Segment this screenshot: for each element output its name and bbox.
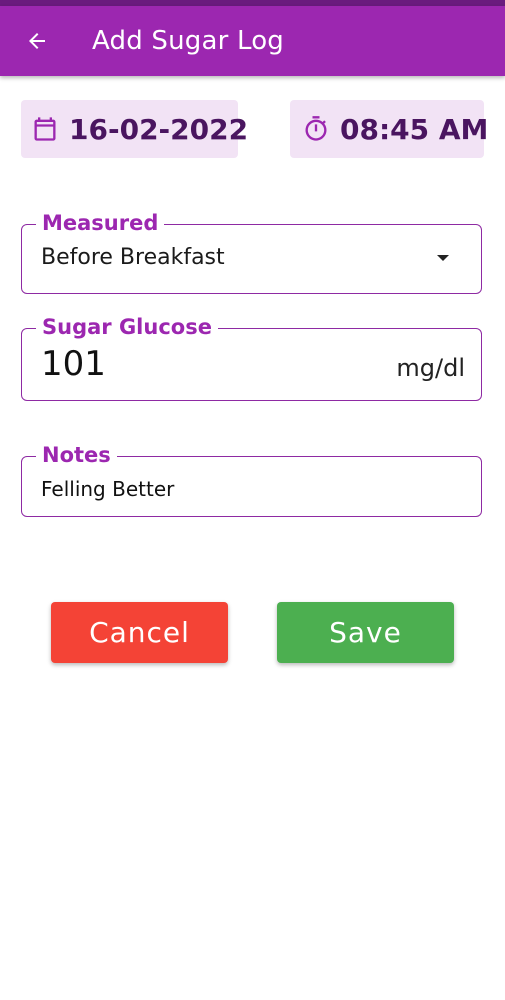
calendar-icon	[31, 115, 59, 143]
app-bar: Add Sugar Log	[0, 6, 505, 76]
stopwatch-icon	[302, 115, 330, 143]
measured-label: Measured	[36, 210, 165, 236]
notes-input[interactable]: Notes Felling Better	[21, 442, 482, 517]
date-picker-button[interactable]: 16-02-2022	[21, 100, 248, 158]
notes-value: Felling Better	[41, 477, 175, 501]
page-title: Add Sugar Log	[92, 26, 285, 56]
cancel-button[interactable]: Cancel	[51, 602, 228, 663]
time-picker-button[interactable]: 08:45 AM	[290, 100, 488, 158]
measured-selected-value: Before Breakfast	[41, 245, 225, 270]
sugar-glucose-label: Sugar Glucose	[36, 314, 218, 340]
arrow-left-icon	[29, 33, 45, 49]
save-button[interactable]: Save	[277, 602, 454, 663]
measured-dropdown[interactable]: Measured Before Breakfast	[21, 210, 482, 294]
sugar-glucose-input[interactable]: Sugar Glucose 101 mg/dl	[21, 314, 482, 401]
sugar-glucose-value: 101	[41, 344, 106, 384]
notes-label: Notes	[36, 442, 117, 468]
time-value: 08:45 AM	[340, 112, 489, 146]
date-value: 16-02-2022	[69, 112, 249, 146]
dropdown-arrow-icon	[437, 255, 449, 261]
back-button[interactable]	[22, 26, 52, 56]
sugar-unit-label: mg/dl	[396, 354, 465, 382]
